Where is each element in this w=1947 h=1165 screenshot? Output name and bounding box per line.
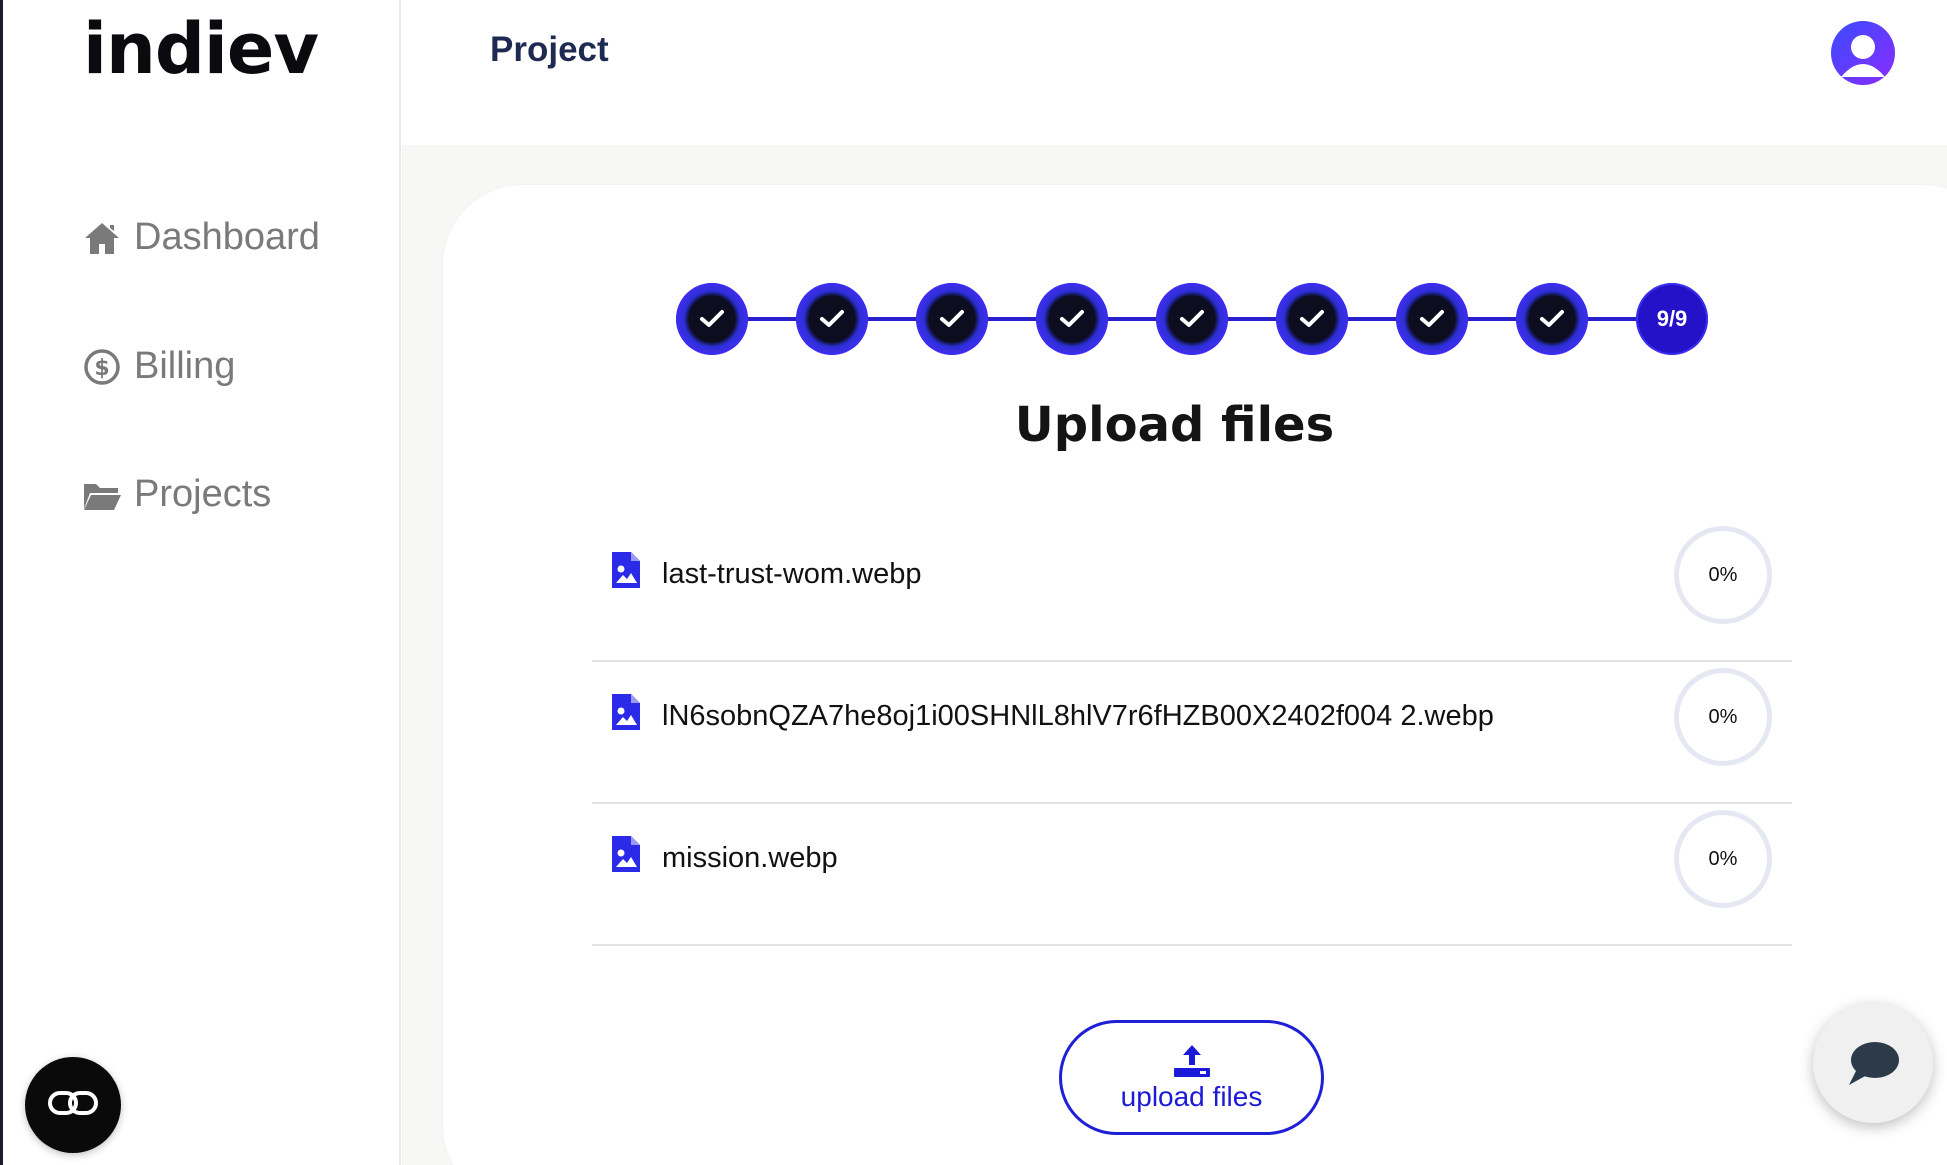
sidebar-item-label: Dashboard bbox=[134, 216, 320, 258]
sidebar-item-projects[interactable]: Projects bbox=[82, 473, 271, 516]
step-completed bbox=[1396, 283, 1468, 355]
link-toggle-button[interactable] bbox=[25, 1057, 121, 1153]
svg-text:$: $ bbox=[94, 356, 109, 381]
upload-button-label: upload files bbox=[1120, 1080, 1263, 1112]
file-list: last-trust-wom.webp 0% lN6sobnQZA7he8oj1… bbox=[592, 520, 1792, 946]
check-icon bbox=[1180, 310, 1204, 327]
file-row: lN6sobnQZA7he8oj1i00SHNlL8hlV7r6fHZB00X2… bbox=[592, 662, 1792, 804]
step-completed bbox=[796, 283, 868, 355]
check-icon bbox=[1420, 310, 1444, 327]
sidebar-item-label: Projects bbox=[134, 473, 272, 515]
step-completed bbox=[676, 283, 748, 355]
file-name: last-trust-wom.webp bbox=[662, 558, 922, 590]
file-name: lN6sobnQZA7he8oj1i00SHNlL8hlV7r6fHZB00X2… bbox=[662, 700, 1494, 732]
user-avatar[interactable] bbox=[1831, 21, 1895, 85]
upload-files-button[interactable]: upload files bbox=[1059, 1020, 1324, 1135]
folder-open-icon bbox=[82, 475, 122, 515]
image-file-icon bbox=[612, 836, 640, 872]
check-icon bbox=[1300, 310, 1324, 327]
check-icon bbox=[940, 310, 964, 327]
link-icon bbox=[48, 1090, 98, 1121]
sidebar-item-label: Billing bbox=[134, 345, 236, 387]
step-current: 9/9 bbox=[1636, 283, 1708, 355]
check-icon bbox=[700, 310, 724, 327]
step-completed bbox=[1276, 283, 1348, 355]
step-completed bbox=[1156, 283, 1228, 355]
upload-icon bbox=[1173, 1044, 1210, 1077]
section-title: Upload files bbox=[1014, 397, 1335, 453]
home-icon bbox=[82, 218, 122, 258]
page-title: Project bbox=[490, 30, 609, 69]
step-completed bbox=[1516, 283, 1588, 355]
sidebar-item-dashboard[interactable]: Dashboard bbox=[82, 216, 320, 259]
check-icon bbox=[1540, 310, 1564, 327]
dollar-circle-icon: $ bbox=[82, 347, 122, 387]
step-completed bbox=[1036, 283, 1108, 355]
step-completed bbox=[916, 283, 988, 355]
upload-progress-ring: 0% bbox=[1674, 668, 1772, 766]
upload-progress-ring: 0% bbox=[1674, 526, 1772, 624]
chat-button[interactable] bbox=[1813, 1003, 1933, 1123]
chat-bubble-icon bbox=[1849, 1042, 1899, 1085]
file-row: last-trust-wom.webp 0% bbox=[592, 520, 1792, 662]
top-header: Project bbox=[402, 0, 1947, 145]
upload-progress-ring: 0% bbox=[1674, 810, 1772, 908]
progress-stepper: 9/9 bbox=[676, 283, 1708, 355]
file-row: mission.webp 0% bbox=[592, 804, 1792, 946]
sidebar-item-billing[interactable]: $ Billing bbox=[82, 345, 235, 388]
brand-logo[interactable]: indiev bbox=[83, 8, 319, 90]
image-file-icon bbox=[612, 694, 640, 730]
check-icon bbox=[1060, 310, 1084, 327]
check-icon bbox=[820, 310, 844, 327]
image-file-icon bbox=[612, 552, 640, 588]
file-name: mission.webp bbox=[662, 842, 838, 874]
sidebar: indiev Dashboard $ Billing Projects bbox=[3, 0, 401, 1165]
user-icon bbox=[1841, 35, 1885, 77]
